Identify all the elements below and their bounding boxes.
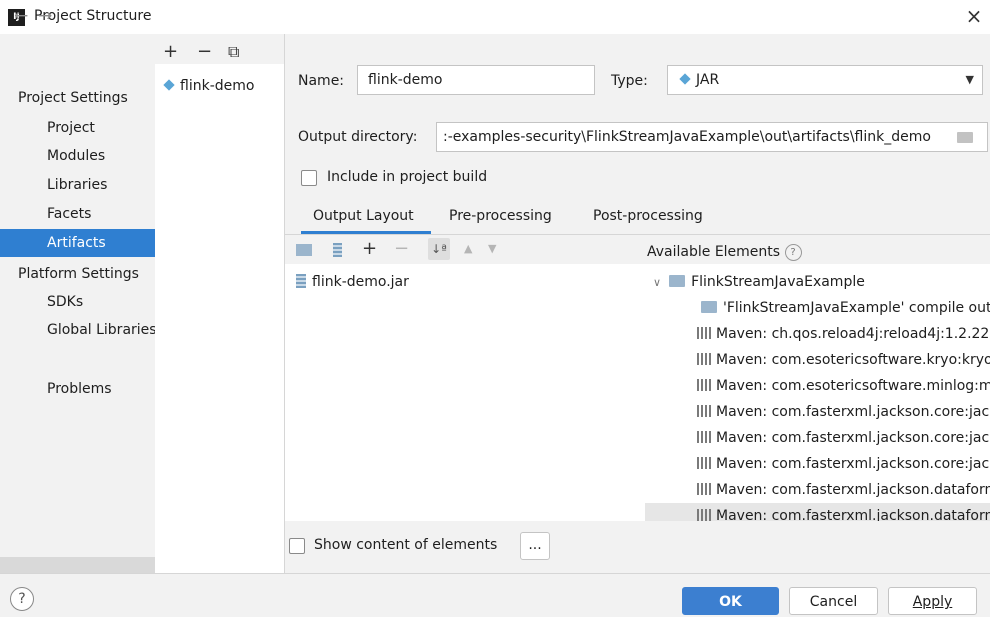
tab-pre-processing[interactable]: Pre-processing xyxy=(449,208,552,224)
ok-button[interactable]: OK xyxy=(682,587,779,615)
nav-item-artifacts[interactable]: Artifacts xyxy=(0,229,155,257)
available-elements-header: Available Elements ? xyxy=(647,244,802,261)
layout-root-label: flink-demo.jar xyxy=(312,274,409,290)
list-item-label: Maven: com.esotericsoftware.minlog:minlo… xyxy=(716,378,990,394)
available-root-item[interactable]: ∨ FlinkStreamJavaExample xyxy=(653,269,865,295)
list-item-label: Maven: com.fasterxml.jackson.dataformat:… xyxy=(716,508,990,521)
tab-separator xyxy=(285,234,990,235)
type-value: JAR xyxy=(696,72,720,88)
available-elements-label: Available Elements xyxy=(647,244,781,260)
tab-post-processing[interactable]: Post-processing xyxy=(593,208,703,224)
name-field[interactable]: flink-demo xyxy=(357,65,595,95)
cancel-button[interactable]: Cancel xyxy=(789,587,878,615)
jar-file-icon xyxy=(296,274,306,288)
module-folder-icon xyxy=(669,275,686,287)
nav-item-libraries[interactable]: Libraries xyxy=(0,171,155,199)
include-in-build-checkbox[interactable] xyxy=(301,170,317,186)
type-select[interactable]: JAR ▼ xyxy=(667,65,983,95)
list-item-label: Maven: com.fasterxml.jackson.dataformat:… xyxy=(716,482,990,498)
layout-root-item[interactable]: flink-demo.jar xyxy=(296,269,409,295)
list-item-label: 'FlinkStreamJavaExample' compile output xyxy=(723,300,990,316)
list-item[interactable]: Maven: com.fasterxml.jackson.dataformat:… xyxy=(697,477,990,503)
remove-element-icon[interactable]: − xyxy=(394,238,409,259)
list-item-label: Maven: com.esotericsoftware.kryo:kryo:2.… xyxy=(716,352,990,368)
available-root-label: FlinkStreamJavaExample xyxy=(691,274,865,290)
list-item[interactable]: Maven: com.fasterxml.jackson.core:jackso… xyxy=(697,425,990,451)
library-icon xyxy=(697,509,711,521)
add-element-icon[interactable]: + xyxy=(362,238,377,259)
folder-browse-icon[interactable] xyxy=(957,132,973,143)
include-in-build-label: Include in project build xyxy=(327,169,488,185)
output-layout-tree: flink-demo.jar xyxy=(285,264,645,521)
help-icon[interactable]: ? xyxy=(784,244,802,261)
list-item[interactable]: Maven: com.fasterxml.jackson.core:jackso… xyxy=(697,451,990,477)
nav-item-problems[interactable]: Problems xyxy=(0,375,155,403)
tab-output-layout[interactable]: Output Layout xyxy=(313,208,414,224)
show-content-label: Show content of elements xyxy=(314,537,498,553)
back-arrow-icon[interactable]: ← xyxy=(14,6,28,26)
remove-artifact-icon[interactable]: − xyxy=(197,41,212,62)
jar-artifact-icon xyxy=(163,79,175,91)
artifact-name: flink-demo xyxy=(180,78,255,94)
list-item[interactable]: Maven: com.esotericsoftware.minlog:minlo… xyxy=(697,373,990,399)
forward-arrow-icon[interactable]: → xyxy=(38,6,52,26)
list-item-label: Maven: com.fasterxml.jackson.core:jackso… xyxy=(716,456,990,472)
apply-button[interactable]: Apply xyxy=(888,587,977,615)
available-elements-tree: ∨ FlinkStreamJavaExample 'FlinkStreamJava… xyxy=(645,264,990,521)
library-icon xyxy=(697,327,711,339)
jar-type-icon xyxy=(679,73,691,85)
help-button[interactable]: ? xyxy=(10,587,34,611)
nav-scrollbar[interactable] xyxy=(0,557,155,573)
nav-item-facets[interactable]: Facets xyxy=(0,200,155,228)
output-directory-label: Output directory: xyxy=(298,129,418,145)
copy-artifact-icon[interactable]: ⧉ xyxy=(228,42,239,62)
list-item-label: Maven: com.fasterxml.jackson.core:jackso… xyxy=(716,404,990,420)
chevron-down-icon: ▼ xyxy=(965,73,974,86)
chevron-down-icon[interactable]: ∨ xyxy=(653,276,661,289)
move-up-icon[interactable]: ▲ xyxy=(464,242,472,255)
list-item[interactable]: Maven: ch.qos.reload4j:reload4j:1.2.22 xyxy=(697,321,989,347)
nav-item-sdks[interactable]: SDKs xyxy=(0,288,155,316)
list-item[interactable]: Maven: com.fasterxml.jackson.core:jackso… xyxy=(697,399,990,425)
nav-item-global-libraries[interactable]: Global Libraries xyxy=(0,316,155,344)
project-settings-header: Project Settings xyxy=(18,90,128,106)
list-item[interactable]: Maven: com.fasterxml.jackson.dataformat:… xyxy=(645,503,990,521)
create-directory-icon[interactable] xyxy=(296,244,312,256)
platform-settings-header: Platform Settings xyxy=(18,266,139,282)
library-icon xyxy=(697,457,711,469)
artifact-list xyxy=(155,34,285,573)
sort-icon[interactable]: ↓ª xyxy=(428,238,450,260)
library-icon xyxy=(697,379,711,391)
nav-item-modules[interactable]: Modules xyxy=(0,142,155,170)
list-item[interactable]: 'FlinkStreamJavaExample' compile output xyxy=(701,295,990,321)
move-down-icon[interactable]: ▼ xyxy=(488,242,496,255)
show-content-checkbox[interactable] xyxy=(289,538,305,554)
list-item[interactable]: Maven: com.esotericsoftware.kryo:kryo:2.… xyxy=(697,347,990,373)
nav-item-project[interactable]: Project xyxy=(0,114,155,142)
artifact-item[interactable]: flink-demo xyxy=(162,78,254,94)
output-directory-value: :-examples-security\FlinkStreamJavaExamp… xyxy=(443,129,931,145)
name-label: Name: xyxy=(298,73,345,89)
library-icon xyxy=(697,431,711,443)
library-icon xyxy=(697,483,711,495)
list-item-label: Maven: com.fasterxml.jackson.core:jackso… xyxy=(716,430,990,446)
add-artifact-icon[interactable]: + xyxy=(163,41,178,62)
type-label: Type: xyxy=(611,73,648,89)
close-icon[interactable]: × xyxy=(962,4,986,28)
library-icon xyxy=(697,405,711,417)
list-item-label: Maven: ch.qos.reload4j:reload4j:1.2.22 xyxy=(716,326,990,342)
library-icon xyxy=(697,353,711,365)
compile-output-icon xyxy=(701,301,717,313)
show-content-options-button[interactable]: ... xyxy=(520,532,550,560)
output-directory-field[interactable]: :-examples-security\FlinkStreamJavaExamp… xyxy=(436,122,988,152)
create-archive-icon[interactable] xyxy=(333,243,342,257)
